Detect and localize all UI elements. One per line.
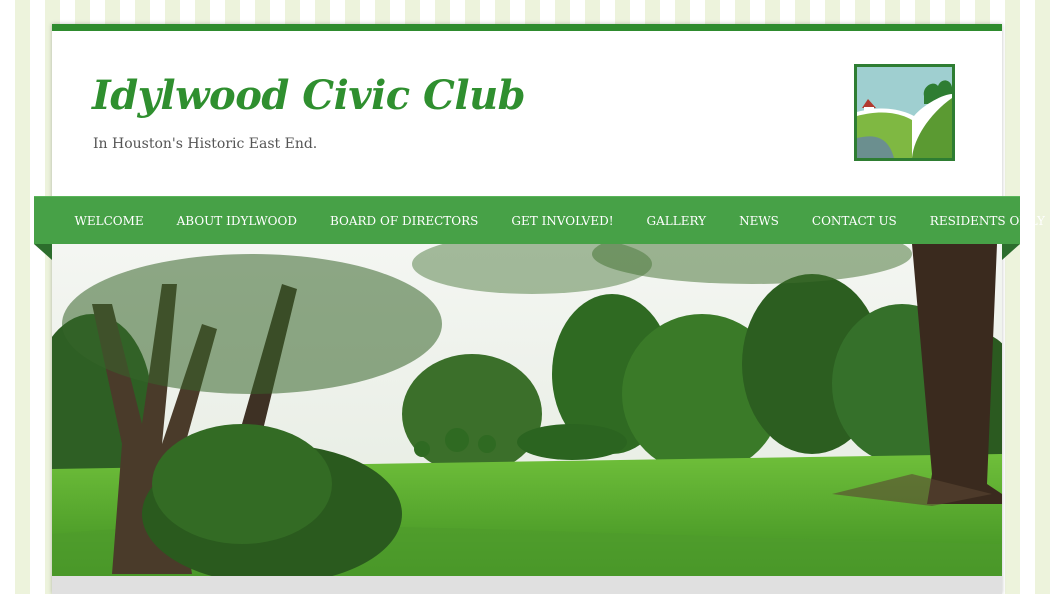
nav-item-news[interactable]: NEWS xyxy=(723,214,796,228)
nav-item-get-involved[interactable]: GET INVOLVED! xyxy=(495,214,630,228)
content-area-top xyxy=(52,576,1002,594)
site-title[interactable]: Idylwood Civic Club xyxy=(92,76,526,116)
nav-ribbon-fold-left xyxy=(34,244,52,260)
main-navigation: WELCOME ABOUT IDYLWOOD BOARD OF DIRECTOR… xyxy=(34,196,1045,244)
nav-item-about-idylwood[interactable]: ABOUT IDYLWOOD xyxy=(160,214,313,228)
hero-park-image xyxy=(52,244,1002,576)
nav-ribbon-fold-right xyxy=(1002,244,1020,260)
nav-item-gallery[interactable]: GALLERY xyxy=(630,214,723,228)
nav-item-board-of-directors[interactable]: BOARD OF DIRECTORS xyxy=(313,214,494,228)
header-top-border xyxy=(52,24,1002,31)
landscape-logo-icon[interactable] xyxy=(854,64,955,161)
site-tagline: In Houston's Historic East End. xyxy=(93,136,318,152)
nav-item-contact-us[interactable]: CONTACT US xyxy=(795,214,913,228)
nav-item-residents-only[interactable]: RESIDENTS ONLY xyxy=(913,214,1053,228)
nav-item-welcome[interactable]: WELCOME xyxy=(58,214,160,228)
